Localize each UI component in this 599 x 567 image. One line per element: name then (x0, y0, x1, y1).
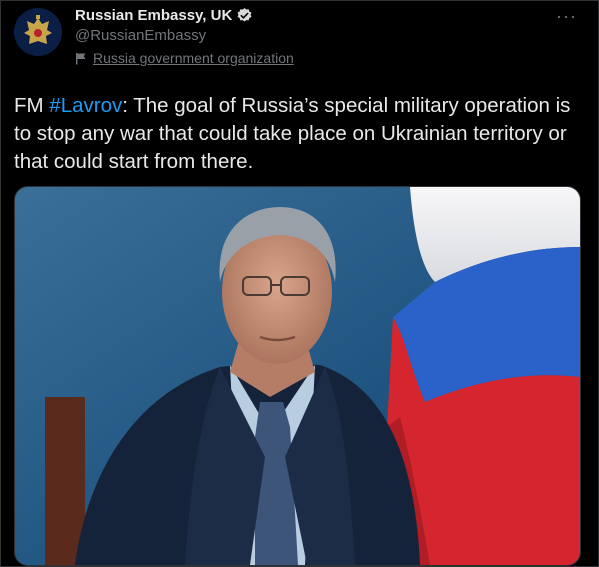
coat-of-arms-icon (14, 8, 62, 56)
avatar[interactable] (14, 8, 62, 56)
government-organization-link[interactable]: Russia government organization (93, 50, 294, 66)
tweet-photo[interactable] (14, 186, 581, 566)
government-label: Russia government organization (75, 50, 294, 66)
hashtag-link[interactable]: #Lavrov (49, 94, 122, 117)
verified-badge-icon (237, 8, 252, 22)
flag-icon (76, 52, 86, 64)
tweet-text: FM #Lavrov: The goal of Russia’s special… (14, 92, 584, 176)
account-handle[interactable]: @RussianEmbassy (75, 27, 206, 44)
tweet-prefix: FM (14, 94, 50, 117)
more-options-button[interactable]: ··· (556, 6, 577, 27)
account-name-row: Russian Embassy, UK (75, 7, 253, 24)
display-name[interactable]: Russian Embassy, UK (75, 7, 232, 24)
photo-illustration (15, 187, 580, 565)
